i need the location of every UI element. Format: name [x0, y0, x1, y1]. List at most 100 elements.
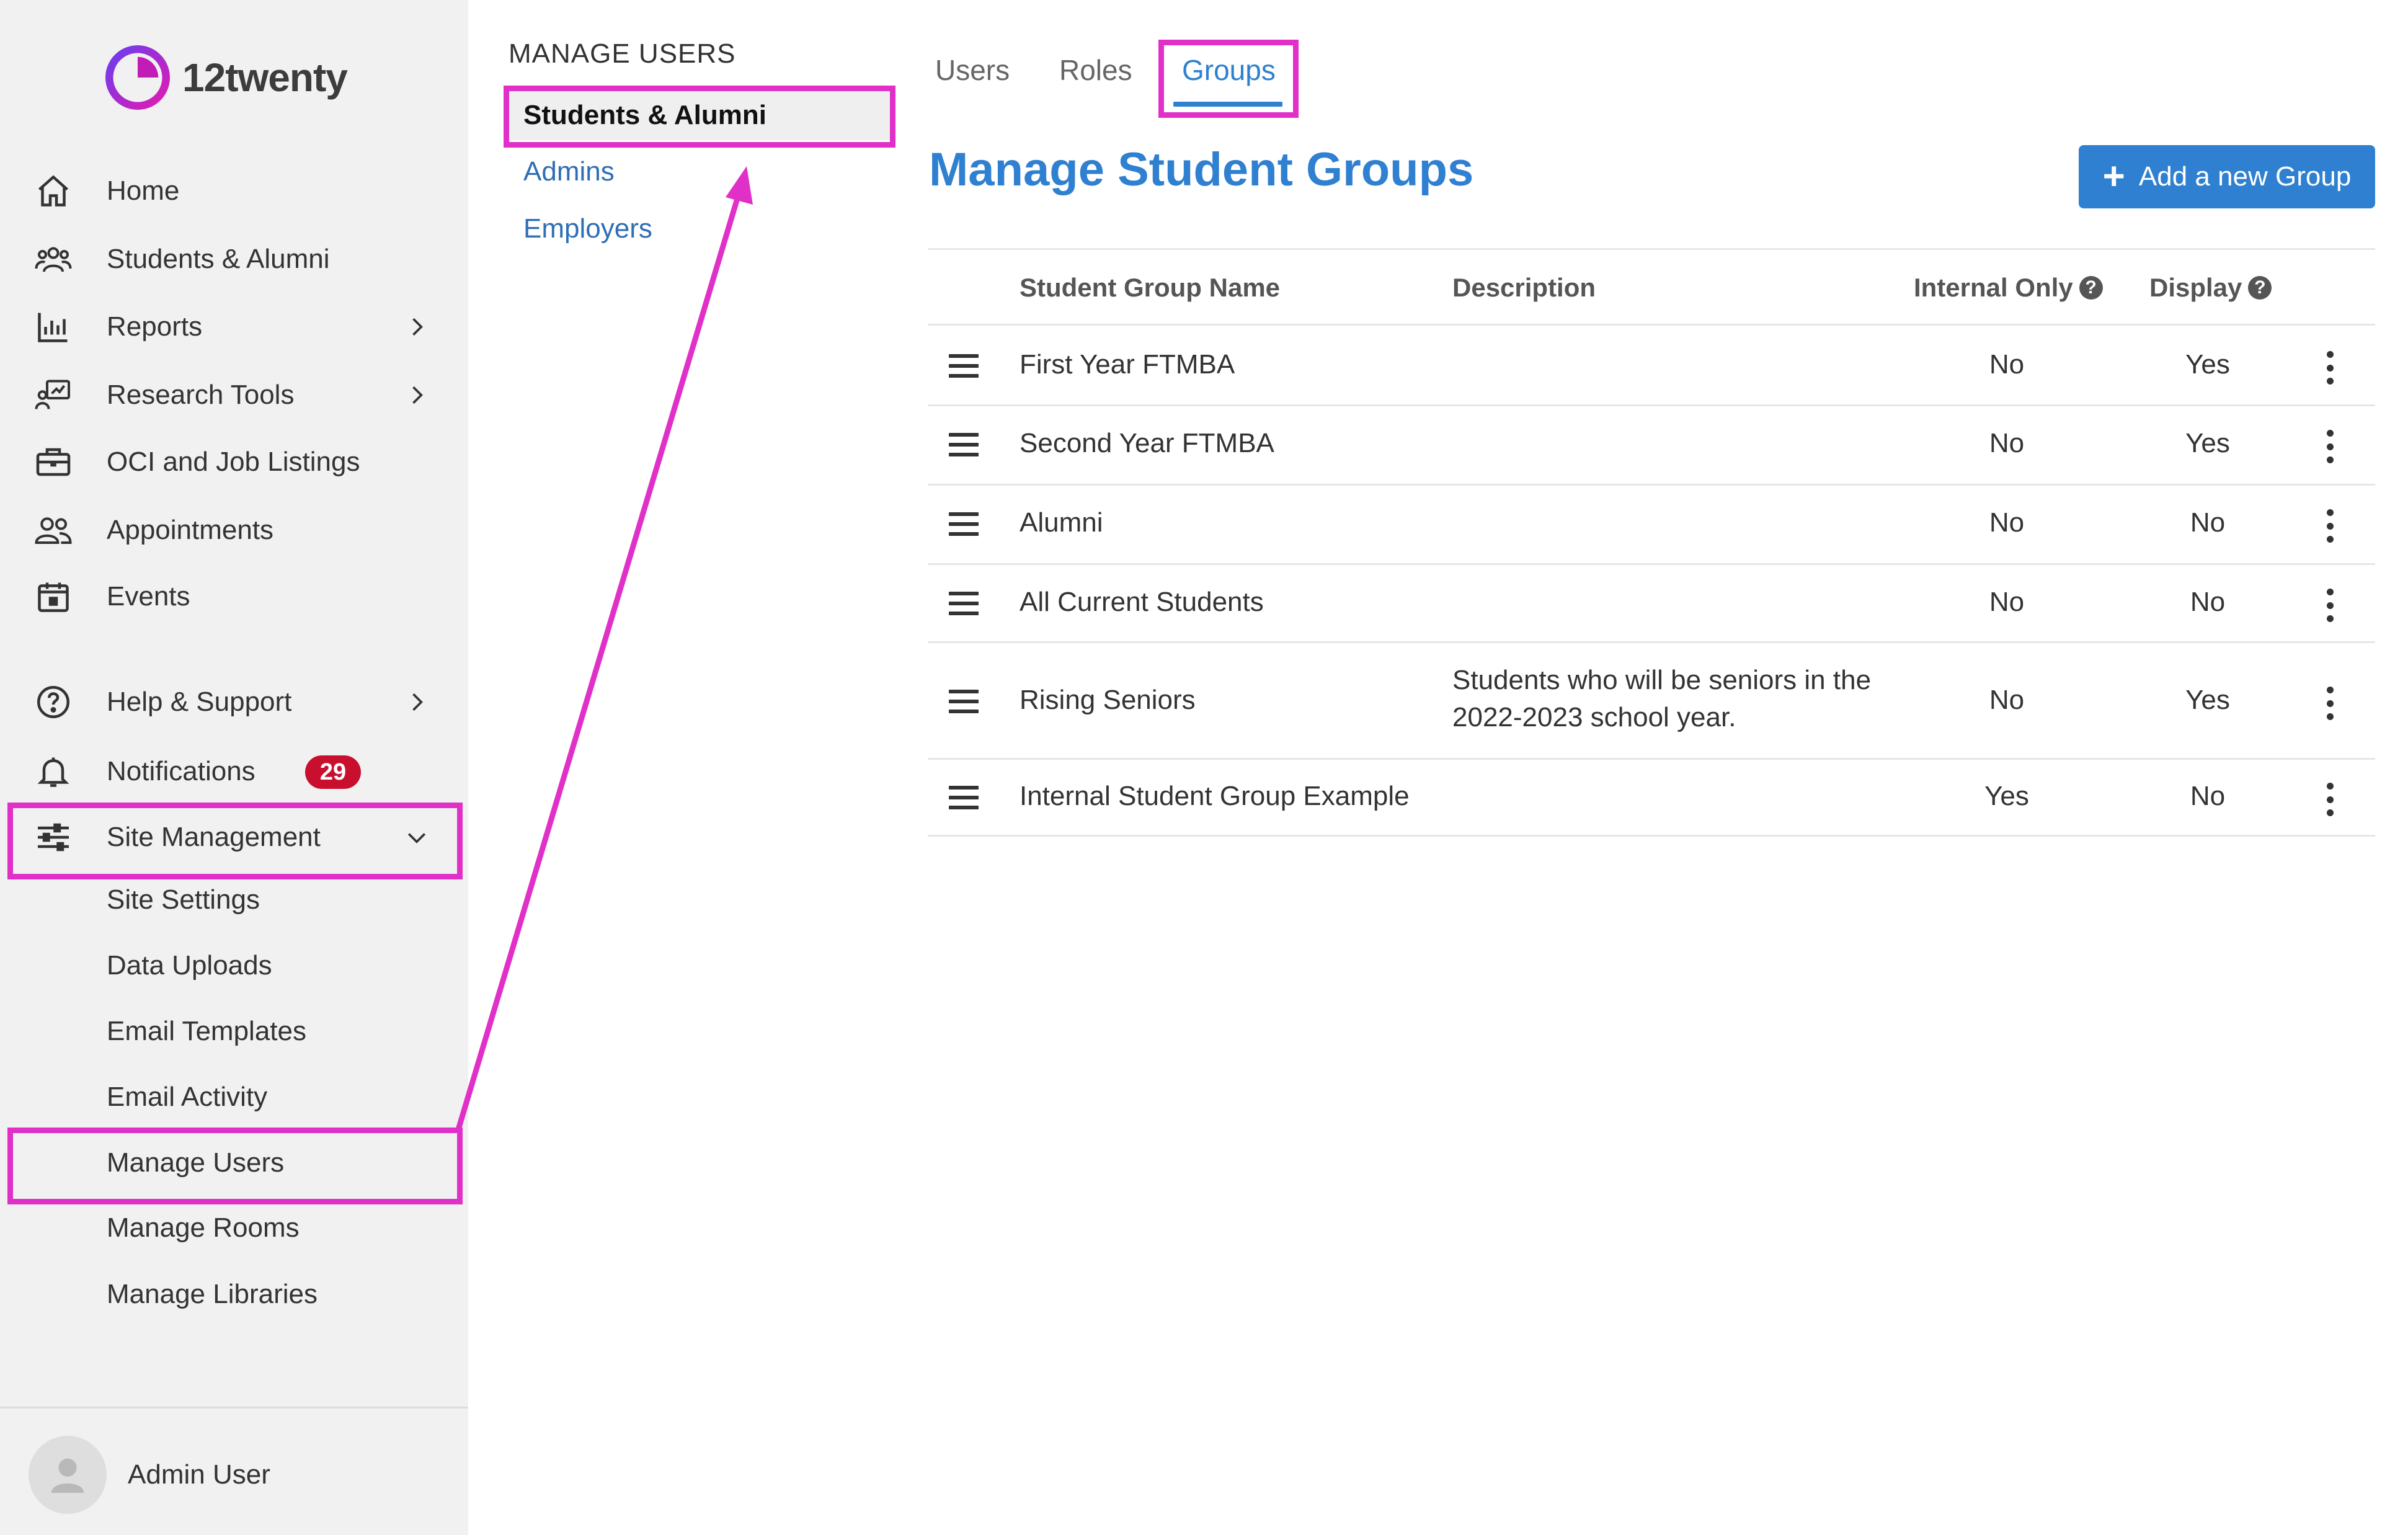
display-value: Yes	[2185, 685, 2230, 715]
sidebar-item-events[interactable]: Events	[31, 572, 440, 621]
brand-name: 12twenty	[182, 55, 348, 100]
row-divider	[928, 758, 2375, 760]
submenu-item-site-settings[interactable]: Site Settings	[107, 884, 260, 915]
briefcase-icon	[31, 440, 76, 484]
home-icon	[31, 169, 76, 213]
group-name: Internal Student Group Example	[1020, 781, 1410, 811]
page-title: Manage Student Groups	[929, 143, 1474, 196]
submenu-item-admins[interactable]: Admins	[523, 156, 615, 187]
column-header-description: Description	[1452, 273, 1596, 302]
sidebar-item-reports[interactable]: Reports	[31, 302, 440, 352]
display-value: No	[2190, 507, 2226, 538]
submenu-item-manage-rooms[interactable]: Manage Rooms	[107, 1212, 300, 1244]
sidebar-item-home[interactable]: Home	[31, 166, 440, 216]
sidebar-item-help-support[interactable]: Help & Support	[31, 677, 440, 727]
group-name: All Current Students	[1020, 587, 1264, 617]
row-divider	[928, 404, 2375, 406]
sidebar-item-notifications[interactable]: Notifications 29	[31, 747, 440, 796]
user-icon	[51, 1458, 84, 1493]
more-options-icon[interactable]	[2326, 509, 2334, 543]
highlight-box-groups-tab	[1158, 40, 1299, 118]
logo-icon	[105, 45, 170, 110]
group-name: Second Year FTMBA	[1020, 428, 1274, 458]
add-group-label: Add a new Group	[2138, 161, 2352, 192]
drag-handle-icon[interactable]	[949, 354, 979, 379]
table-header-border	[928, 324, 2375, 326]
notification-count-badge: 29	[305, 755, 361, 789]
sidebar-item-students-alumni[interactable]: Students & Alumni	[31, 234, 440, 284]
sidebar-item-label: Appointments	[107, 515, 274, 545]
user-profile[interactable]: Admin User	[29, 1436, 270, 1514]
user-name: Admin User	[128, 1459, 270, 1490]
group-name: Alumni	[1020, 507, 1103, 538]
more-options-icon[interactable]	[2326, 687, 2334, 720]
sidebar-item-label: Home	[107, 176, 180, 206]
drag-handle-icon[interactable]	[949, 786, 979, 811]
help-icon	[31, 680, 76, 724]
table-top-border	[928, 248, 2375, 250]
display-value: Yes	[2185, 349, 2230, 380]
sidebar-item-label: Research Tools	[107, 380, 295, 410]
submenu-heading: MANAGE USERS	[509, 38, 736, 69]
tab-users[interactable]: Users	[935, 53, 1010, 87]
bell-icon	[31, 749, 76, 794]
add-group-button[interactable]: + Add a new Group	[2079, 145, 2375, 208]
display-value: No	[2190, 781, 2226, 811]
internal-only-value: No	[1989, 349, 2025, 380]
submenu-item-email-activity[interactable]: Email Activity	[107, 1082, 267, 1113]
more-options-icon[interactable]	[2326, 589, 2334, 622]
more-options-icon[interactable]	[2326, 430, 2334, 463]
bar-chart-icon	[31, 305, 76, 349]
drag-handle-icon[interactable]	[949, 512, 979, 537]
sidebar-item-research-tools[interactable]: Research Tools	[31, 370, 440, 420]
internal-only-value: No	[1989, 428, 2025, 458]
display-value: Yes	[2185, 428, 2230, 458]
drag-handle-icon[interactable]	[949, 433, 979, 458]
sidebar-item-label: OCI and Job Listings	[107, 447, 360, 477]
row-divider	[928, 641, 2375, 643]
sidebar-item-label: Events	[107, 581, 190, 612]
group-name: Rising Seniors	[1020, 685, 1196, 715]
highlight-box-manage-users	[7, 1128, 463, 1204]
internal-only-value: Yes	[1984, 781, 2029, 811]
submenu-item-data-uploads[interactable]: Data Uploads	[107, 950, 272, 981]
internal-only-value: No	[1989, 587, 2025, 617]
tab-roles[interactable]: Roles	[1059, 53, 1132, 87]
chevron-right-icon	[412, 386, 423, 404]
avatar	[29, 1436, 107, 1514]
sidebar-item-oci-job-listings[interactable]: OCI and Job Listings	[31, 437, 440, 487]
column-header-display: Display?	[2149, 273, 2272, 303]
submenu-item-manage-libraries[interactable]: Manage Libraries	[107, 1279, 318, 1310]
row-divider	[928, 484, 2375, 486]
row-divider	[928, 835, 2375, 837]
sidebar-item-label: Notifications	[107, 756, 255, 786]
research-icon	[31, 373, 76, 417]
group-description: Students who will be seniors in the	[1452, 665, 1872, 695]
submenu-item-email-templates[interactable]: Email Templates	[107, 1016, 306, 1047]
group-description: 2022-2023 school year.	[1452, 702, 1736, 732]
drag-handle-icon[interactable]	[949, 592, 979, 616]
submenu-item-employers[interactable]: Employers	[523, 213, 652, 244]
sidebar: 12twenty Home Students & Alumni Reports …	[0, 0, 468, 1535]
column-header-name[interactable]: Student Group Name	[1020, 273, 1280, 303]
users-icon	[31, 237, 76, 282]
more-options-icon[interactable]	[2326, 783, 2334, 816]
internal-only-value: No	[1989, 507, 2025, 538]
chevron-right-icon	[412, 318, 423, 336]
calendar-icon	[31, 574, 76, 619]
sidebar-item-appointments[interactable]: Appointments	[31, 505, 440, 555]
group-name: First Year FTMBA	[1020, 349, 1235, 380]
sidebar-item-label: Students & Alumni	[107, 244, 330, 274]
row-divider	[928, 563, 2375, 565]
drag-handle-icon[interactable]	[949, 690, 979, 714]
highlight-box-site-management	[7, 803, 463, 879]
more-options-icon[interactable]	[2326, 351, 2334, 385]
sidebar-item-label: Help & Support	[107, 687, 292, 717]
display-value: No	[2190, 587, 2226, 617]
question-circle-icon[interactable]: ?	[2248, 276, 2272, 300]
sidebar-item-label: Reports	[107, 311, 203, 342]
internal-only-value: No	[1989, 685, 2025, 715]
question-circle-icon[interactable]: ?	[2079, 276, 2103, 300]
sidebar-divider	[0, 1407, 468, 1408]
logo[interactable]: 12twenty	[105, 43, 348, 112]
